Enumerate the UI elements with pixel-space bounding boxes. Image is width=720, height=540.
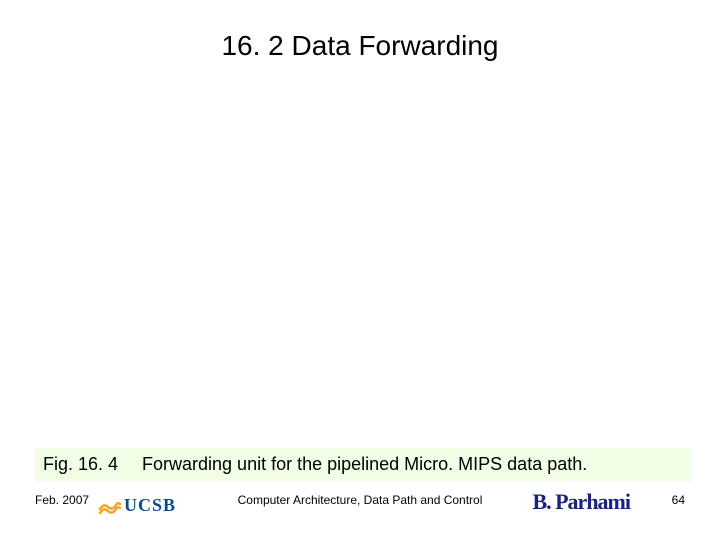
ucsb-logo: UCSB <box>98 490 176 520</box>
wave-icon <box>98 493 122 517</box>
figure-caption-box: Fig. 16. 4 Forwarding unit for the pipel… <box>35 448 692 481</box>
footer-subtitle: Computer Architecture, Data Path and Con… <box>238 493 483 507</box>
figure-caption-text: Forwarding unit for the pipelined Micro.… <box>142 454 587 474</box>
page-number: 64 <box>672 493 685 507</box>
slide-title: 16. 2 Data Forwarding <box>0 30 720 62</box>
footer-date: Feb. 2007 <box>35 493 89 507</box>
figure-label: Fig. 16. 4 <box>43 454 137 475</box>
footer: Feb. 2007 UCSB Computer Architecture, Da… <box>0 485 720 525</box>
author-name: B. Parhami <box>532 489 630 515</box>
ucsb-logo-text: UCSB <box>124 495 176 516</box>
